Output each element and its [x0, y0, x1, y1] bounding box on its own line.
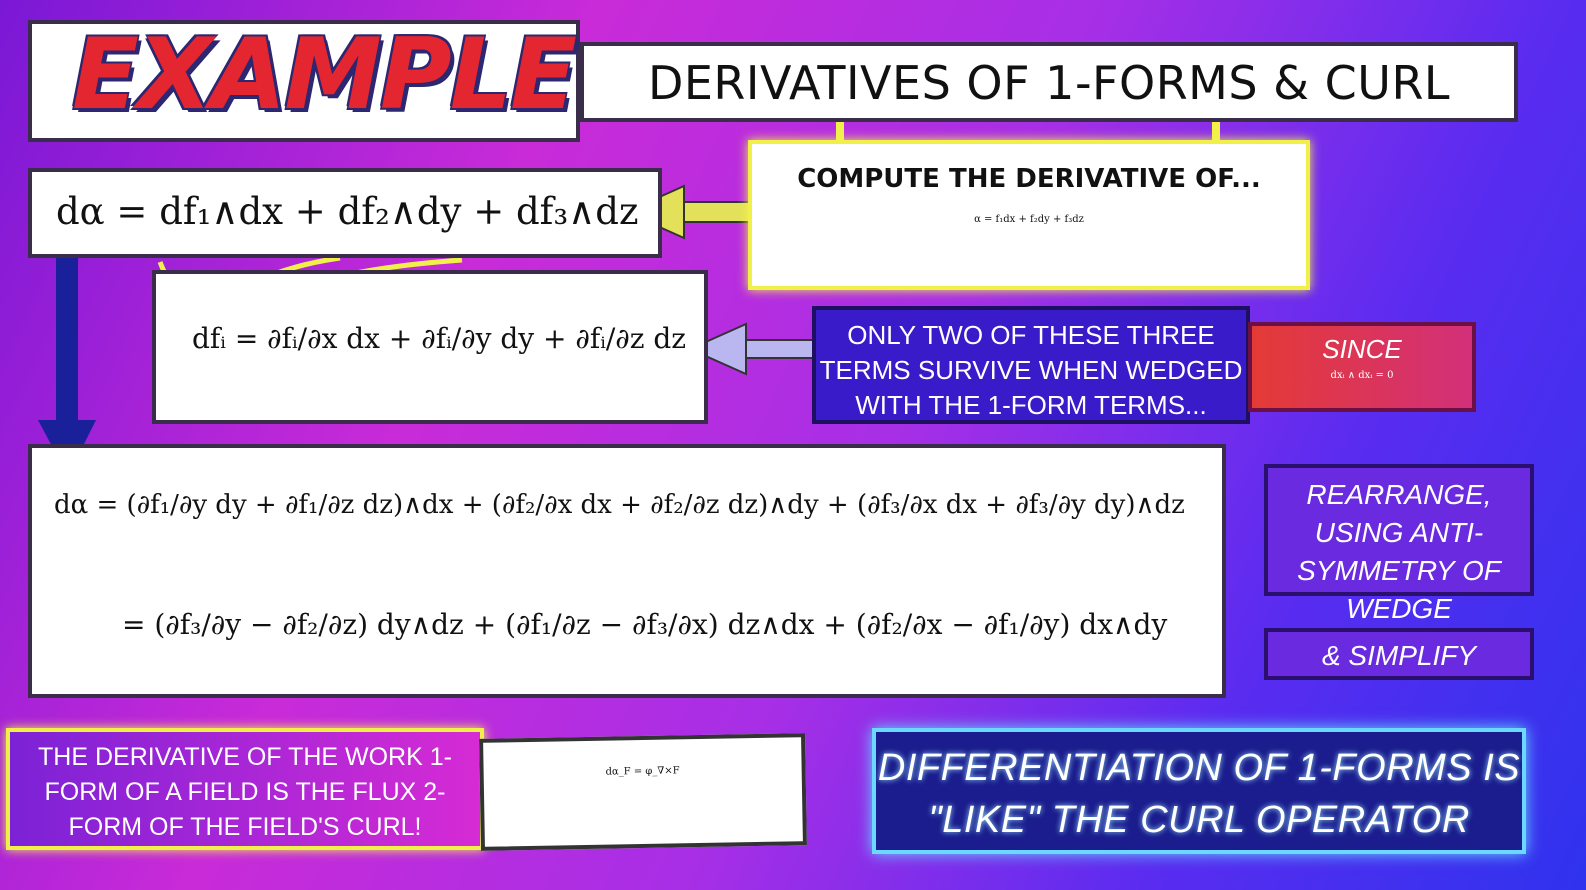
compute-label: COMPUTE THE DERIVATIVE OF...	[797, 164, 1261, 194]
expansion-line-2: = (∂f₃/∂y − ∂f₂/∂z) dy∧dz + (∂f₁/∂z − ∂f…	[122, 608, 1168, 641]
flux-text: THE DERIVATIVE OF THE WORK 1-FORM OF A F…	[38, 743, 452, 841]
rearrange-text: REARRANGE, USING ANTI-SYMMETRY OF WEDGE	[1297, 479, 1501, 624]
dfi-panel: dfᵢ = ∂fᵢ/∂x dx + ∂fᵢ/∂y dy + ∂fᵢ/∂z dz	[152, 270, 708, 424]
flux-note: THE DERIVATIVE OF THE WORK 1-FORM OF A F…	[6, 728, 484, 850]
example-banner: EXAMPLE	[28, 18, 580, 142]
two-terms-text: ONLY TWO OF THESE THREE TERMS SURVIVE WH…	[819, 320, 1243, 420]
simplify-note: & SIMPLIFY	[1264, 628, 1534, 680]
compute-panel: COMPUTE THE DERIVATIVE OF... α = f₁dx + …	[748, 140, 1310, 290]
simplify-text: & SIMPLIFY	[1321, 640, 1477, 671]
title-banner: DERIVATIVES OF 1-FORMS & CURL	[580, 42, 1518, 122]
since-note: SINCE dxᵢ ∧ dxᵢ = 0	[1248, 322, 1476, 412]
result-panel: dα_F = φ_∇×F	[479, 733, 807, 851]
since-equation: dxᵢ ∧ dxᵢ = 0	[1330, 370, 1394, 381]
result-equation: dα_F = φ_∇×F	[605, 765, 680, 778]
page-title: DERIVATIVES OF 1-FORMS & CURL	[647, 56, 1451, 110]
since-label: SINCE	[1322, 334, 1402, 364]
conclusion-panel: DIFFERENTIATION OF 1-FORMS IS "LIKE" THE…	[872, 728, 1526, 854]
expansion-line-1: dα = (∂f₁/∂y dy + ∂f₁/∂z dz)∧dx + (∂f₂/∂…	[54, 490, 1185, 520]
dalpha-equation: dα = df₁∧dx + df₂∧dy + df₃∧dz	[56, 190, 639, 233]
expansion-panel: dα = (∂f₁/∂y dy + ∂f₁/∂z dz)∧dx + (∂f₂/∂…	[28, 444, 1226, 698]
dfi-equation: dfᵢ = ∂fᵢ/∂x dx + ∂fᵢ/∂y dy + ∂fᵢ/∂z dz	[192, 322, 687, 355]
arrow-two-terms-to-dfi	[687, 322, 815, 376]
rearrange-note: REARRANGE, USING ANTI-SYMMETRY OF WEDGE	[1264, 464, 1534, 624]
dalpha-panel: dα = df₁∧dx + df₂∧dy + df₃∧dz	[28, 168, 662, 258]
conclusion-text: DIFFERENTIATION OF 1-FORMS IS "LIKE" THE…	[877, 747, 1521, 841]
alpha-definition-equation: α = f₁dx + f₂dy + f₃dz	[974, 214, 1084, 225]
two-terms-note: ONLY TWO OF THESE THREE TERMS SURVIVE WH…	[812, 306, 1250, 424]
example-title: EXAMPLE	[72, 18, 577, 132]
